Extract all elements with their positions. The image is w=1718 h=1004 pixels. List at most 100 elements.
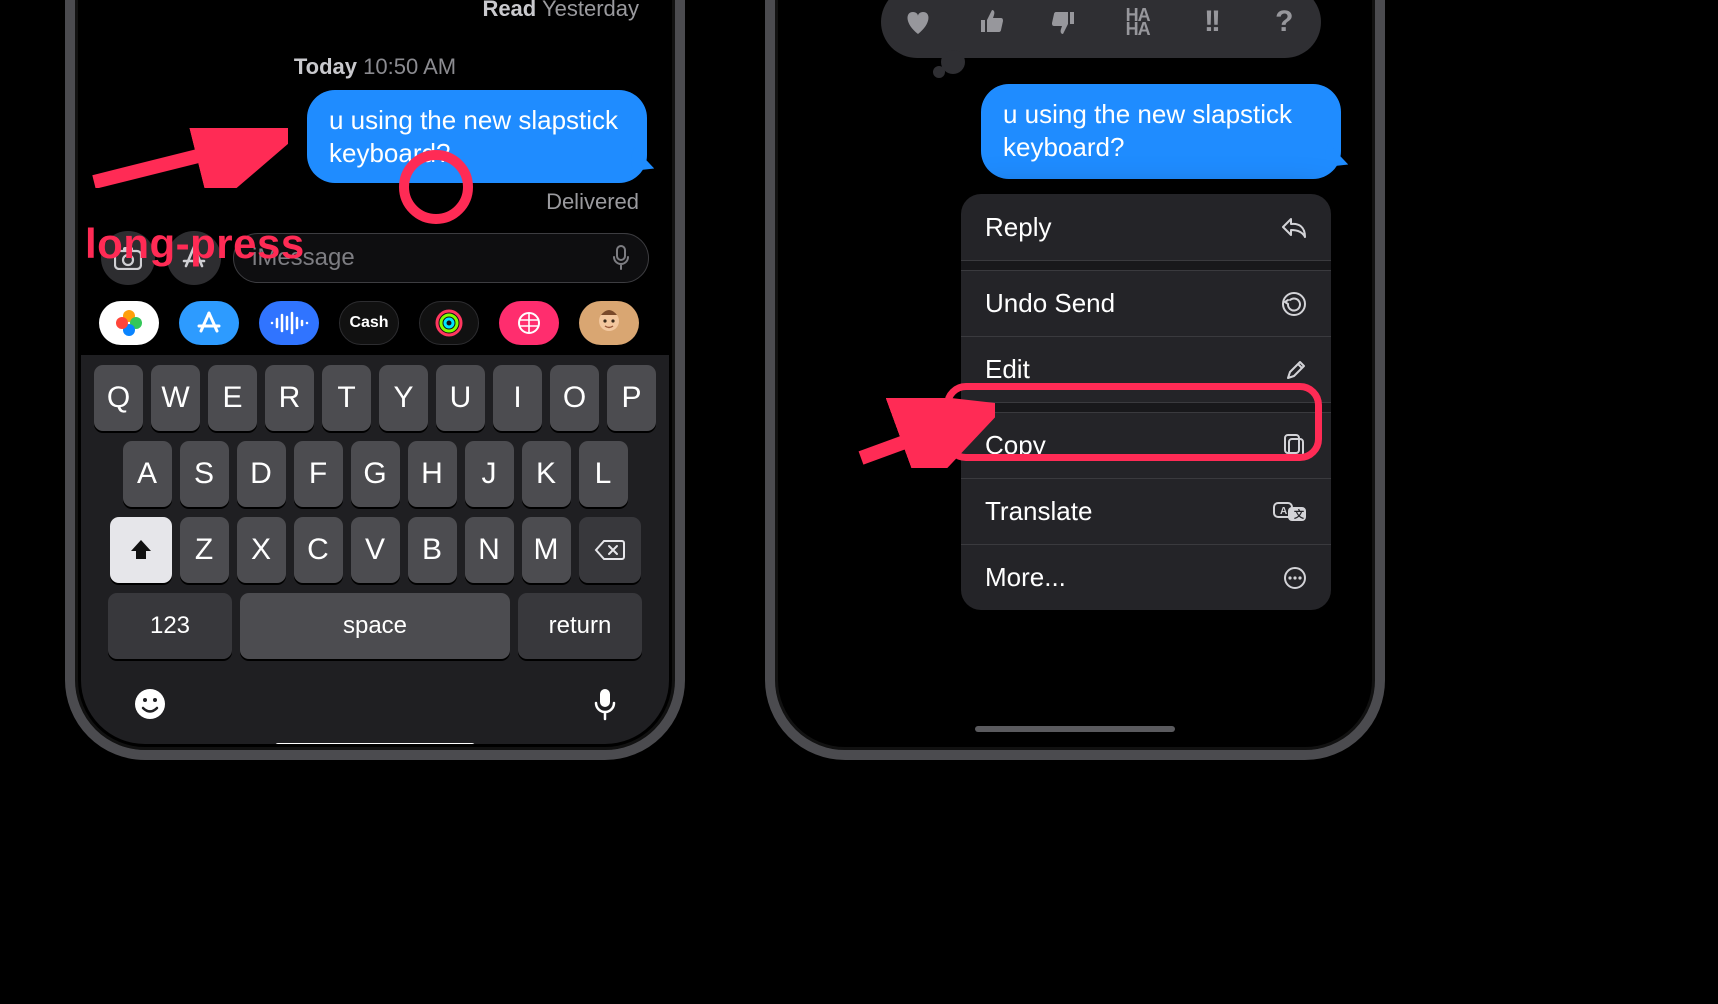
activity-rings-icon xyxy=(434,308,464,338)
menu-undo-label: Undo Send xyxy=(985,288,1115,319)
menu-copy[interactable]: Copy xyxy=(961,412,1331,478)
haha-icon: HAHA xyxy=(1126,8,1150,37)
key-d[interactable]: D xyxy=(237,441,286,507)
key-a[interactable]: A xyxy=(123,441,172,507)
key-o[interactable]: O xyxy=(550,365,599,431)
search-globe-icon xyxy=(516,310,542,336)
key-h[interactable]: H xyxy=(408,441,457,507)
screen-left: Read Yesterday Today 10:50 AM u using th… xyxy=(81,0,669,744)
undo-icon xyxy=(1281,291,1307,317)
hashtag-images-app[interactable] xyxy=(499,301,559,345)
space-key[interactable]: space xyxy=(240,593,510,659)
key-q[interactable]: Q xyxy=(94,365,143,431)
key-t[interactable]: T xyxy=(322,365,371,431)
key-r[interactable]: R xyxy=(265,365,314,431)
dictation-button[interactable] xyxy=(593,687,617,721)
menu-edit[interactable]: Edit xyxy=(961,336,1331,402)
waveform-icon xyxy=(269,311,309,335)
sent-message-bubble[interactable]: u using the new slapstick keyboard? xyxy=(307,90,647,183)
tapback-question[interactable]: ? xyxy=(1262,0,1306,44)
timestamp: Today 10:50 AM xyxy=(81,54,669,80)
key-u[interactable]: U xyxy=(436,365,485,431)
thumbs-up-icon xyxy=(977,8,1005,36)
annotation-label-long-press: long-press xyxy=(85,220,305,268)
key-k[interactable]: K xyxy=(522,441,571,507)
emoji-button[interactable] xyxy=(133,687,167,721)
memoji-avatar-icon xyxy=(593,307,625,339)
key-i[interactable]: I xyxy=(493,365,542,431)
menu-translate[interactable]: Translate A文 xyxy=(961,478,1331,544)
keyboard-row-1: QWERTYUIOP xyxy=(89,365,661,431)
microphone-icon xyxy=(612,245,630,271)
key-s[interactable]: S xyxy=(180,441,229,507)
svg-text:文: 文 xyxy=(1294,508,1305,521)
delivered-status: Delivered xyxy=(81,183,669,225)
heart-icon xyxy=(903,8,933,36)
menu-reply[interactable]: Reply xyxy=(961,194,1331,260)
emoji-icon xyxy=(133,687,167,721)
menu-edit-label: Edit xyxy=(985,354,1030,385)
read-label: Read xyxy=(482,0,536,21)
photos-icon xyxy=(115,309,143,337)
key-p[interactable]: P xyxy=(607,365,656,431)
key-f[interactable]: F xyxy=(294,441,343,507)
pencil-icon xyxy=(1285,359,1307,381)
sent-message-bubble[interactable]: u using the new slapstick keyboard? xyxy=(981,84,1341,179)
key-z[interactable]: Z xyxy=(180,517,229,583)
menu-divider xyxy=(961,402,1331,412)
appstore-app[interactable] xyxy=(179,301,239,345)
menu-reply-label: Reply xyxy=(985,212,1051,243)
menu-undo-send[interactable]: Undo Send xyxy=(961,270,1331,336)
key-n[interactable]: N xyxy=(465,517,514,583)
key-v[interactable]: V xyxy=(351,517,400,583)
key-x[interactable]: X xyxy=(237,517,286,583)
key-e[interactable]: E xyxy=(208,365,257,431)
dictate-button[interactable] xyxy=(612,245,630,271)
keyboard-bottom-bar xyxy=(89,669,661,725)
shift-icon xyxy=(129,538,153,562)
tapback-haha[interactable]: HAHA xyxy=(1116,0,1160,44)
numbers-key[interactable]: 123 xyxy=(108,593,232,659)
return-key[interactable]: return xyxy=(518,593,642,659)
tapback-exclaim[interactable]: !! xyxy=(1189,0,1233,44)
memoji-app[interactable] xyxy=(579,301,639,345)
backspace-key[interactable] xyxy=(579,517,641,583)
home-indicator[interactable] xyxy=(975,726,1175,732)
tapback-bar: HAHA !! ? xyxy=(881,0,1321,58)
key-w[interactable]: W xyxy=(151,365,200,431)
menu-more[interactable]: More... xyxy=(961,544,1331,610)
timestamp-time: 10:50 AM xyxy=(363,54,456,79)
message-row-right: u using the new slapstick keyboard? xyxy=(981,84,1341,179)
thumbs-down-icon xyxy=(1050,8,1078,36)
copy-icon xyxy=(1283,433,1307,459)
fitness-app[interactable] xyxy=(419,301,479,345)
cash-label: Cash xyxy=(349,314,388,332)
shift-key[interactable] xyxy=(110,517,172,583)
key-j[interactable]: J xyxy=(465,441,514,507)
timestamp-day: Today xyxy=(294,54,357,79)
home-indicator[interactable] xyxy=(275,743,475,744)
key-c[interactable]: C xyxy=(294,517,343,583)
ellipsis-icon xyxy=(1283,566,1307,590)
tapback-thumbs-up[interactable] xyxy=(969,0,1013,44)
key-m[interactable]: M xyxy=(522,517,571,583)
apple-cash-app[interactable]: Cash xyxy=(339,301,399,345)
imessage-app-strip: Cash xyxy=(81,293,669,355)
microphone-icon xyxy=(593,687,617,721)
audio-app[interactable] xyxy=(259,301,319,345)
annotation-arrow-left xyxy=(88,128,288,188)
key-g[interactable]: G xyxy=(351,441,400,507)
tapback-thumbs-down[interactable] xyxy=(1042,0,1086,44)
key-b[interactable]: B xyxy=(408,517,457,583)
svg-text:A: A xyxy=(1280,506,1287,517)
tapback-heart[interactable] xyxy=(896,0,940,44)
phone-right: HAHA !! ? u using the new slapstick keyb… xyxy=(765,0,1385,760)
key-y[interactable]: Y xyxy=(379,365,428,431)
keyboard-row-4: 123 space return xyxy=(89,593,661,659)
photos-app[interactable] xyxy=(99,301,159,345)
key-l[interactable]: L xyxy=(579,441,628,507)
keyboard-row-3: ZXCVBNM xyxy=(89,517,661,583)
menu-divider xyxy=(961,260,1331,270)
annotation-arrow-right xyxy=(855,398,995,468)
menu-more-label: More... xyxy=(985,562,1066,593)
